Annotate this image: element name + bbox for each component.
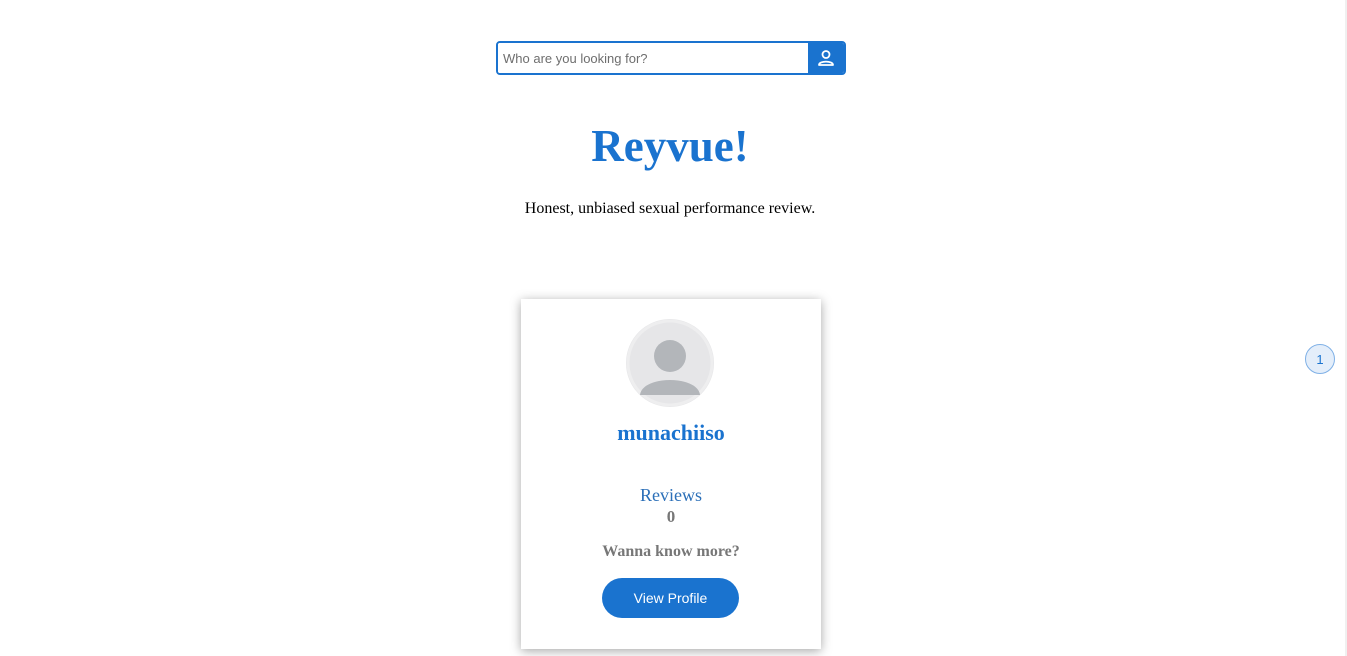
reviews-label: Reviews <box>640 485 702 505</box>
site-title: Reyvue! <box>591 121 749 171</box>
default-avatar-icon <box>626 319 714 407</box>
profile-card: munachiiso Reviews 0 Wanna know more? Vi… <box>521 299 821 649</box>
search-input[interactable] <box>498 43 808 73</box>
more-info-prompt: Wanna know more? <box>602 543 740 560</box>
tagline: Honest, unbiased sexual performance revi… <box>524 200 816 217</box>
reviews-count: 0 <box>666 507 676 526</box>
username: munachiiso <box>617 420 725 445</box>
page-number-badge[interactable]: 1 <box>1305 344 1335 374</box>
user-icon <box>817 49 835 67</box>
view-profile-button[interactable]: View Profile <box>602 578 739 618</box>
search-button[interactable] <box>808 43 844 73</box>
search-bar <box>496 41 846 75</box>
